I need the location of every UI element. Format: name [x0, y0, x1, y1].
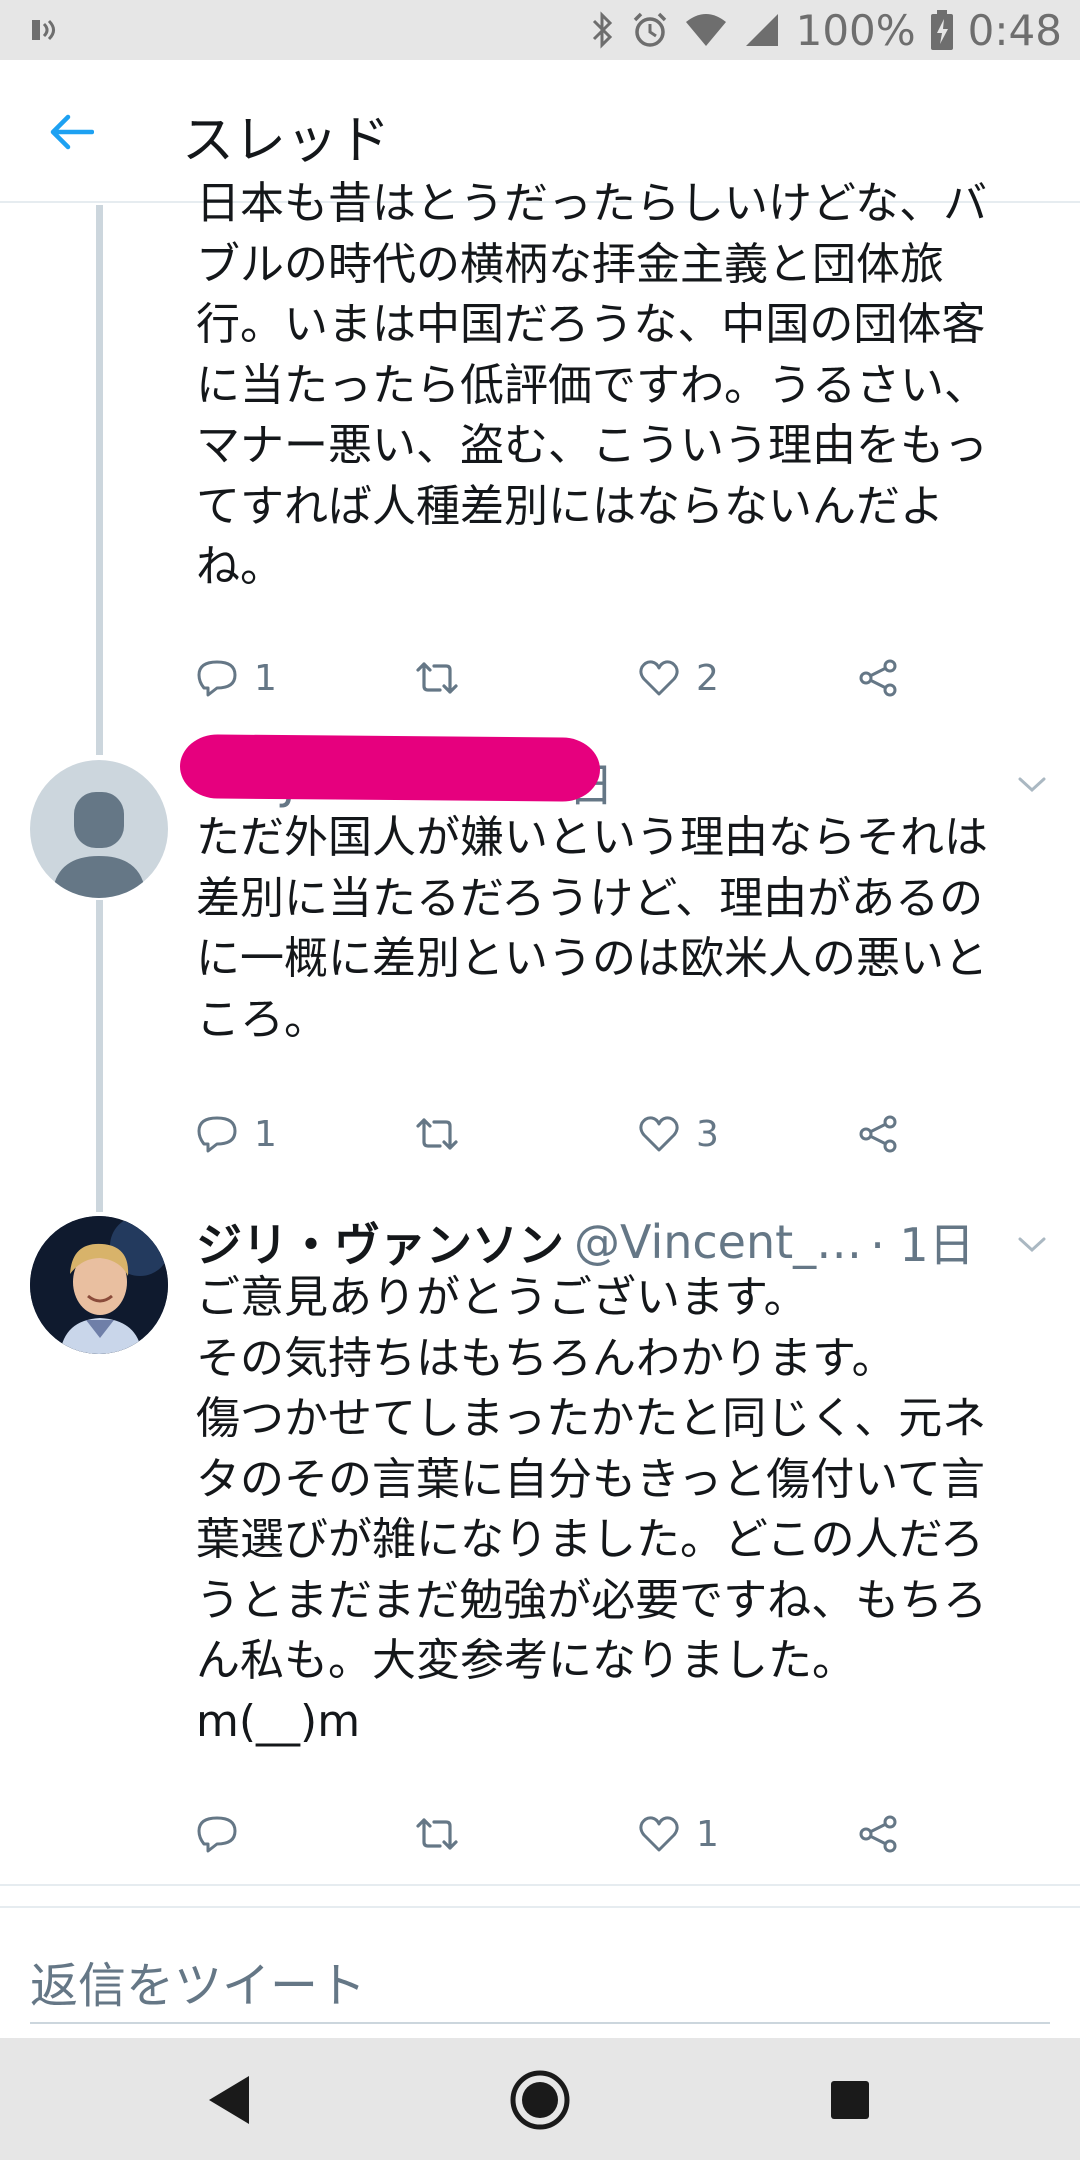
- reply-input-underline: [30, 2022, 1050, 2024]
- tweet-actions: 1 3: [196, 1104, 956, 1164]
- share-icon: [859, 659, 897, 697]
- user-handle[interactable]: @Vincent_…: [574, 1215, 862, 1269]
- status-bar: 100% 0:48: [0, 0, 1080, 60]
- signal-icon: [745, 14, 778, 46]
- system-nav-bar: [0, 2038, 1080, 2160]
- chevron-down-icon[interactable]: [1012, 764, 1052, 804]
- retweet-icon: [416, 1118, 458, 1150]
- reply-button[interactable]: 1: [196, 1104, 277, 1164]
- retweet-icon: [416, 1818, 458, 1850]
- share-button[interactable]: [858, 1104, 898, 1164]
- thread-line: [96, 205, 103, 755]
- back-triangle-icon: [209, 2076, 249, 2124]
- wifi-icon: [685, 14, 726, 46]
- page-title: スレッド: [182, 111, 391, 171]
- tweet-text: ご意見ありがとうございます。 その気持ちはもちろんわかります。 傷つかせてしまっ…: [196, 1272, 988, 1747]
- share-icon: [859, 1815, 897, 1853]
- notification-icon: [32, 19, 55, 41]
- like-count: 2: [696, 657, 719, 699]
- reply-count: 1: [254, 1113, 277, 1155]
- avatar-default[interactable]: [30, 760, 168, 898]
- clock-time: 0:48: [967, 5, 1062, 55]
- reply-icon: [197, 1816, 237, 1853]
- home-circle-icon: [510, 2070, 570, 2130]
- recents-square-icon: [831, 2081, 869, 2119]
- retweet-button[interactable]: [414, 1804, 476, 1864]
- tweet-text: ただ外国人が嫌いという理由ならそれは 差別に当たるだろうけど、理由があるの に一…: [196, 812, 988, 1045]
- tweet-actions: 1: [196, 1804, 956, 1864]
- retweet-icon: [416, 662, 458, 694]
- battery-percent: 100%: [795, 5, 916, 55]
- chevron-down-icon[interactable]: [1012, 1224, 1052, 1264]
- like-button[interactable]: 1: [638, 1804, 719, 1864]
- reply-icon: [197, 660, 237, 697]
- heart-icon: [639, 1816, 679, 1852]
- like-count: 3: [696, 1113, 719, 1155]
- reply-input[interactable]: 返信をツイート: [30, 1946, 366, 2016]
- nav-back-button[interactable]: [190, 2060, 270, 2140]
- share-button[interactable]: [858, 1804, 898, 1864]
- bluetooth-icon: [592, 11, 612, 49]
- nav-home-button[interactable]: [500, 2060, 580, 2140]
- thread-line: [96, 900, 103, 1212]
- tweet-header: ジリ・ヴァンソン @Vincent_… · 1日: [196, 1212, 975, 1272]
- battery-charging-icon: [930, 10, 953, 50]
- like-count: 1: [696, 1813, 719, 1855]
- reply-button[interactable]: [196, 1804, 254, 1864]
- display-name[interactable]: ジリ・ヴァンソン: [196, 1209, 564, 1275]
- avatar-photo[interactable]: [30, 1216, 168, 1354]
- profile-photo: [30, 1216, 168, 1354]
- reply-composer[interactable]: 返信をツイート: [0, 1908, 1080, 2038]
- heart-icon: [639, 1116, 679, 1152]
- alarm-icon: [633, 12, 666, 47]
- reply-button[interactable]: 1: [196, 648, 277, 708]
- retweet-button[interactable]: [414, 1104, 476, 1164]
- default-avatar-icon: [52, 792, 146, 898]
- heart-icon: [639, 660, 679, 696]
- like-button[interactable]: 2: [638, 648, 719, 708]
- redaction-mark: [179, 734, 601, 802]
- tweet-text: 日本も昔はとうだったらしいけどな、バ ブルの時代の横柄な拝金主義と団体旅 行。い…: [196, 178, 988, 592]
- divider: [0, 1884, 1080, 1886]
- reply-icon: [197, 1116, 237, 1153]
- share-icon: [859, 1115, 897, 1153]
- share-button[interactable]: [858, 648, 898, 708]
- tweet-actions: 1 2: [196, 648, 956, 708]
- back-arrow-icon: [50, 114, 94, 150]
- like-button[interactable]: 3: [638, 1104, 719, 1164]
- retweet-button[interactable]: [414, 648, 476, 708]
- back-button[interactable]: [40, 100, 104, 164]
- tweet-time: · 1日: [870, 1218, 975, 1272]
- reply-count: 1: [254, 657, 277, 699]
- nav-recents-button[interactable]: [810, 2060, 890, 2140]
